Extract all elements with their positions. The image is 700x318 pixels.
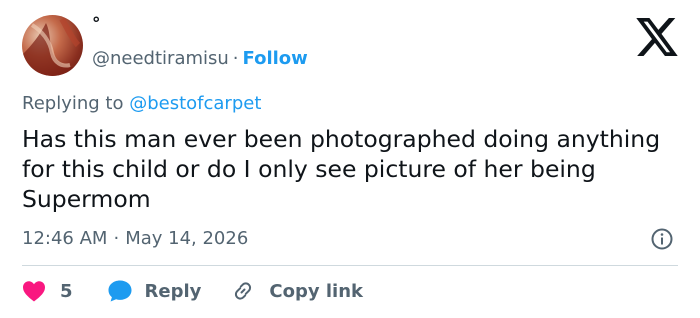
action-bar: 5 Reply Copy link [22,278,363,304]
heart-icon [23,281,45,302]
reply-label: Reply [144,280,202,302]
reply-context: Replying to @bestofcarpet [22,93,261,115]
reply-target-link[interactable]: @bestofcarpet [129,93,261,114]
copy-link-button[interactable]: Copy link [231,279,363,303]
timestamp-separator: · [113,228,120,249]
copy-link-label: Copy link [269,280,363,302]
link-icon [235,282,252,300]
divider [22,265,678,266]
tweet-date: May 14, 2026 [125,228,249,249]
tweet-timestamp[interactable]: 12:46 AM · May 14, 2026 [22,228,248,250]
info-icon[interactable] [650,227,674,251]
like-button[interactable]: 5 [22,280,73,302]
x-logo-icon[interactable] [636,18,678,56]
reply-button[interactable]: Reply [107,279,202,303]
tweet-time: 12:46 AM [22,228,108,249]
author-handle-row: @needtiramisu · Follow [92,48,308,70]
like-count: 5 [60,280,73,302]
avatar[interactable] [22,15,83,76]
author-handle[interactable]: @needtiramisu [92,48,229,69]
avatar-image [22,17,83,76]
tweet-text: Has this man ever been photographed doin… [22,125,661,213]
speech-bubble-icon [108,280,132,302]
reply-context-prefix: Replying to [22,93,130,114]
handle-separator: · [232,48,239,69]
follow-button[interactable]: Follow [243,48,308,69]
display-name[interactable]: ° [92,14,101,34]
